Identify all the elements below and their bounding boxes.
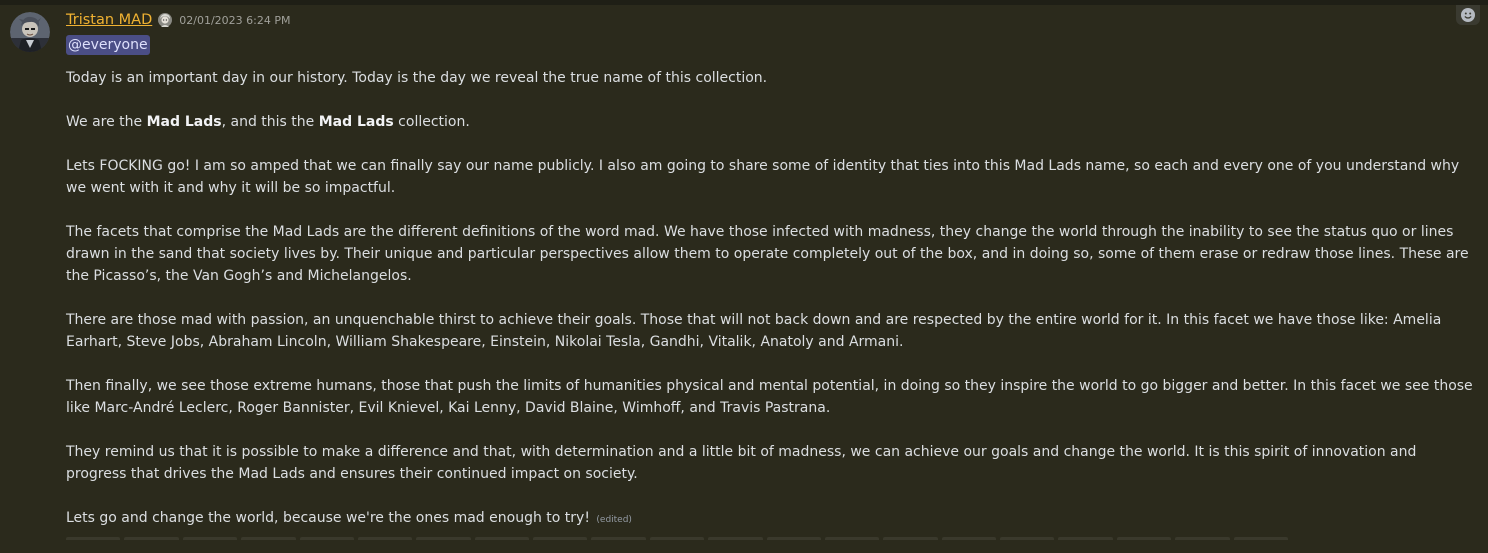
text-span: collection. xyxy=(393,114,470,130)
text-span: , and this the xyxy=(221,114,319,130)
add-reaction-icon xyxy=(1461,8,1475,22)
message-paragraph: Lets FOCKING go! I am so amped that we c… xyxy=(66,155,1478,199)
text-span: Today is an important day in our history… xyxy=(66,70,768,86)
text-span: Then finally, we see those extreme human… xyxy=(66,378,1473,416)
text-span: We are the xyxy=(66,114,147,130)
chat-message: Tristan MAD 02/01/2023 6:24 PM @everyone… xyxy=(0,5,1488,540)
message-paragraph: They remind us that it is possible to ma… xyxy=(66,441,1478,485)
text-span: Lets FOCKING go! I am so amped that we c… xyxy=(66,158,1460,196)
user-avatar[interactable] xyxy=(10,12,50,52)
add-reaction-button[interactable] xyxy=(1456,5,1480,25)
text-span: They remind us that it is possible to ma… xyxy=(66,444,1417,482)
message-paragraph: There are those mad with passion, an unq… xyxy=(66,309,1478,353)
text-span: Lets go and change the world, because we… xyxy=(66,510,590,526)
mad-lad-role-icon[interactable] xyxy=(157,12,173,28)
message-timestamp: 02/01/2023 6:24 PM xyxy=(179,13,291,27)
message-paragraph: We are the Mad Lads, and this the Mad La… xyxy=(66,111,1478,133)
bold-text: Mad Lads xyxy=(146,114,222,130)
message-content: Today is an important day in our history… xyxy=(66,67,1478,553)
avatar-image-icon xyxy=(10,12,50,52)
edited-label: (edited) xyxy=(596,515,632,525)
message-paragraph: Today is an important day in our history… xyxy=(66,67,1478,89)
message-header: Tristan MAD 02/01/2023 6:24 PM xyxy=(66,10,290,30)
bold-text: Mad Lads xyxy=(318,114,394,130)
message-paragraph: Lets go and change the world, because we… xyxy=(66,507,1478,531)
everyone-mention[interactable]: @everyone xyxy=(66,35,150,55)
message-paragraph: Then finally, we see those extreme human… xyxy=(66,375,1478,419)
message-paragraph: The facets that comprise the Mad Lads ar… xyxy=(66,221,1478,287)
text-span: The facets that comprise the Mad Lads ar… xyxy=(66,224,1469,284)
author-username[interactable]: Tristan MAD xyxy=(66,12,152,28)
text-span: There are those mad with passion, an unq… xyxy=(66,312,1442,350)
